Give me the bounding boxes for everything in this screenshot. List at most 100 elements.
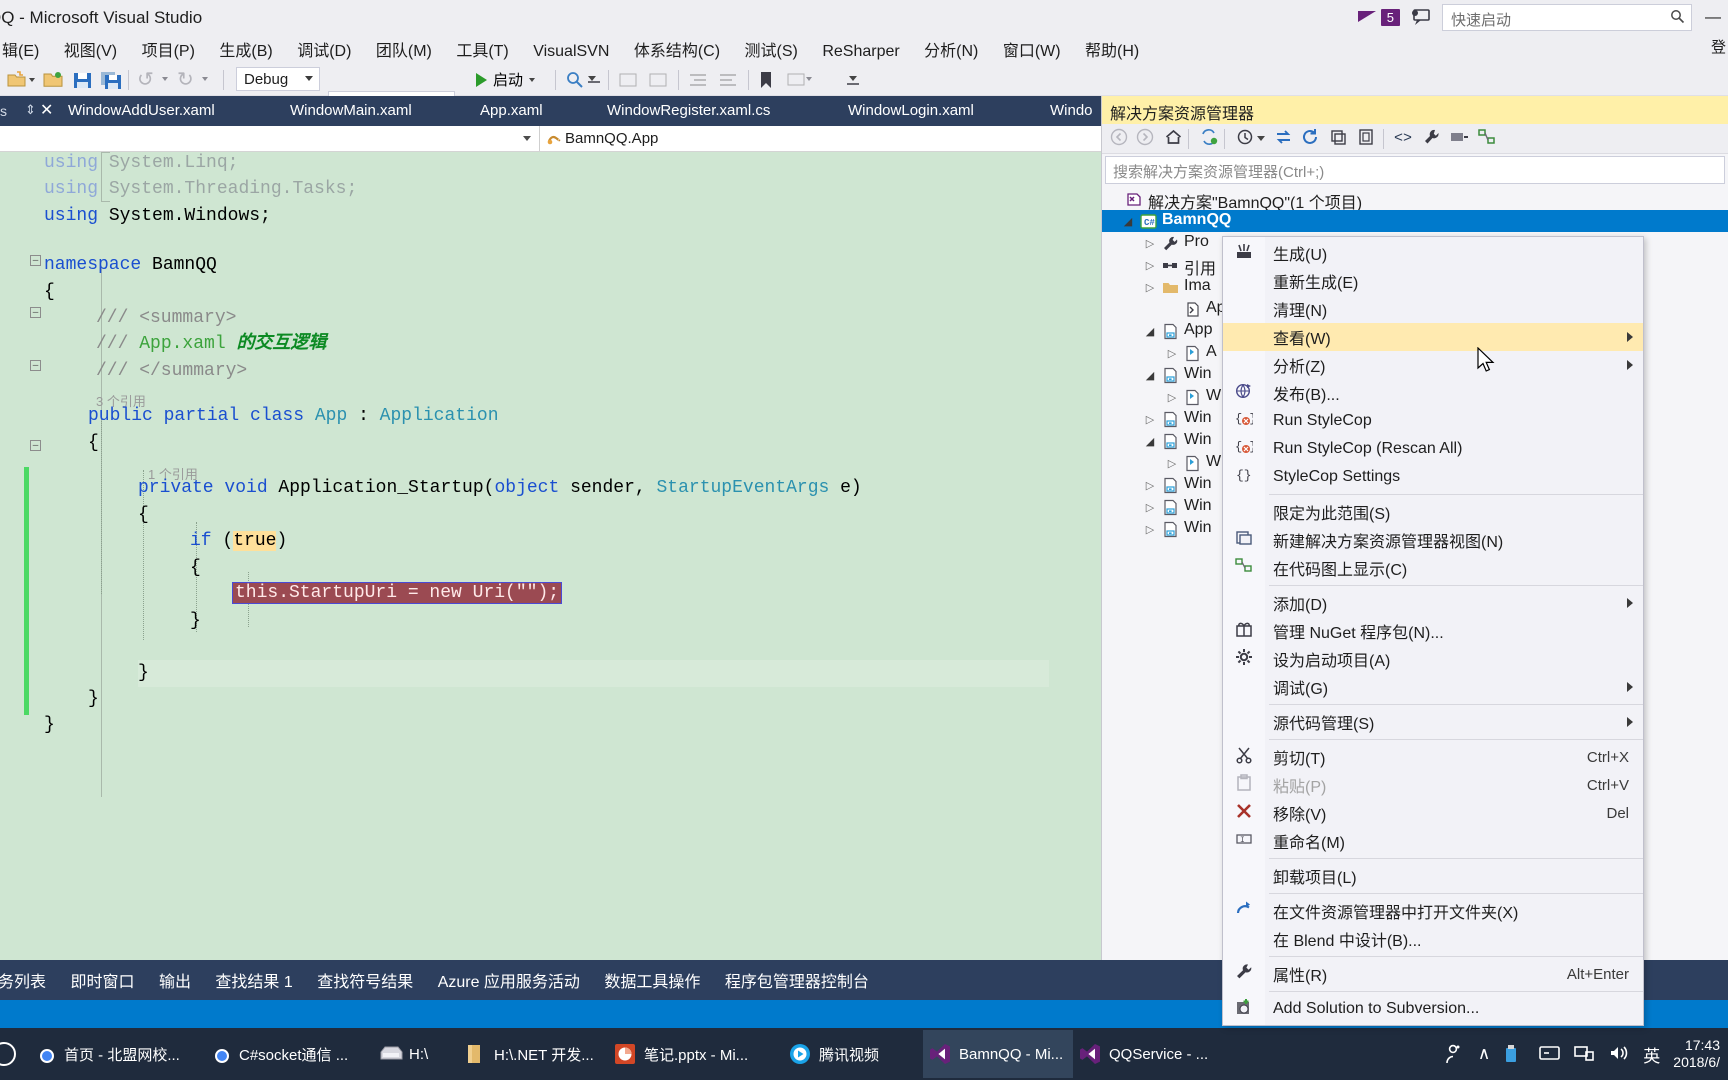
taskbar-button[interactable]: 首页 - 北盟网校... bbox=[28, 1030, 203, 1078]
collapse-all-icon[interactable] bbox=[1272, 128, 1294, 150]
editor-tab[interactable]: WindowRegister.xaml.cs bbox=[597, 96, 780, 126]
editor-tab[interactable]: Windo bbox=[1040, 96, 1103, 126]
project-context-menu[interactable]: 生成(U) 重新生成(E) 清理(N) 查看(W) 分析(Z) 发布(B)... { } Ru… bbox=[1222, 236, 1644, 1026]
menu-item[interactable]: 视图(V) bbox=[54, 34, 127, 64]
send-feedback-icon[interactable] bbox=[1410, 8, 1432, 28]
preview-selected-items-icon[interactable] bbox=[1448, 128, 1470, 150]
solution-root-row[interactable]: 解决方案"BamnQQ"(1 个项目) bbox=[1102, 188, 1728, 212]
chevron-right-icon[interactable]: ▷ bbox=[1144, 281, 1156, 294]
ime-indicator[interactable]: 英 bbox=[1643, 1042, 1660, 1067]
context-menu-item[interactable]: 新建解决方案资源管理器视图(N) bbox=[1223, 526, 1643, 554]
close-tab-icon[interactable]: ✕ bbox=[40, 100, 53, 120]
editor-tab[interactable]: App.xaml bbox=[470, 96, 553, 126]
context-menu-item[interactable]: 属性(R) Alt+Enter bbox=[1223, 960, 1643, 988]
network-icon[interactable] bbox=[1573, 1043, 1595, 1065]
taskbar-button[interactable]: 笔记.pptx - Mi... bbox=[608, 1030, 763, 1078]
menu-item[interactable]: 体系结构(C) bbox=[624, 34, 730, 64]
context-menu-item[interactable]: 清理(N) bbox=[1223, 295, 1643, 323]
comment-icon[interactable] bbox=[786, 67, 806, 92]
context-menu-item[interactable]: 在 Blend 中设计(B)... bbox=[1223, 925, 1643, 953]
properties-window-icon[interactable] bbox=[1355, 128, 1377, 150]
chevron-down-icon[interactable]: ◢ bbox=[1122, 215, 1134, 228]
solution-explorer-header[interactable]: 解决方案资源管理器 bbox=[1102, 96, 1728, 124]
step-icon-1[interactable] bbox=[618, 67, 638, 92]
type-select[interactable] bbox=[0, 126, 540, 151]
new-project-button[interactable] bbox=[6, 67, 35, 92]
solution-explorer-search-input[interactable]: 搜索解决方案资源管理器(Ctrl+;) bbox=[1105, 156, 1725, 184]
menu-item[interactable]: 帮助(H) bbox=[1075, 34, 1149, 64]
bottom-tab[interactable]: Azure 应用服务活动 bbox=[428, 960, 590, 1000]
taskbar-clock[interactable]: 17:43 2018/6/ bbox=[1673, 1037, 1720, 1071]
context-menu-item[interactable]: 限定为此范围(S) bbox=[1223, 498, 1643, 526]
context-menu-item[interactable]: 剪切(T) Ctrl+X bbox=[1223, 743, 1643, 771]
menu-item[interactable]: 项目(P) bbox=[132, 34, 205, 64]
menu-item[interactable]: ReSharper bbox=[812, 40, 909, 64]
undo-button[interactable]: ↺ bbox=[137, 67, 154, 92]
outdent-icon[interactable] bbox=[718, 67, 738, 92]
volume-icon[interactable] bbox=[1608, 1043, 1630, 1065]
chevron-right-icon[interactable]: ▷ bbox=[1144, 259, 1156, 272]
bookmark-icon[interactable] bbox=[757, 67, 775, 92]
menu-item[interactable]: 测试(S) bbox=[735, 34, 808, 64]
context-menu-item[interactable]: 分析(Z) bbox=[1223, 351, 1643, 379]
solution-configuration-select[interactable]: Debug bbox=[236, 67, 320, 91]
chevron-right-icon[interactable]: ▷ bbox=[1144, 523, 1156, 536]
code-map-icon[interactable] bbox=[1476, 128, 1498, 150]
show-hidden-icons-chevron-icon[interactable]: ∧ bbox=[1478, 1044, 1490, 1064]
context-menu-item[interactable]: 添加(D) bbox=[1223, 589, 1643, 617]
attach-to-process-button[interactable] bbox=[565, 67, 585, 92]
context-menu-item[interactable]: 卸载项目(L) bbox=[1223, 862, 1643, 890]
chevron-right-icon[interactable]: ▷ bbox=[1144, 479, 1156, 492]
chevron-down-icon[interactable]: ◢ bbox=[1144, 369, 1156, 382]
context-menu-item[interactable]: 重新生成(E) bbox=[1223, 267, 1643, 295]
context-menu-item[interactable]: I 重命名(M) bbox=[1223, 827, 1643, 855]
menu-item[interactable]: 辑(E) bbox=[0, 34, 49, 64]
context-menu-item[interactable]: 发布(B)... bbox=[1223, 379, 1643, 407]
chevron-right-icon[interactable]: ▷ bbox=[1144, 501, 1156, 514]
context-menu-item[interactable]: 在文件资源管理器中打开文件夹(X) bbox=[1223, 897, 1643, 925]
editor-tab[interactable]: WindowMain.xaml bbox=[280, 96, 422, 126]
chevron-right-icon[interactable]: ▷ bbox=[1166, 347, 1178, 360]
outline-toggle[interactable]: – bbox=[30, 440, 41, 451]
taskbar-button[interactable]: BamnQQ - Mi... bbox=[923, 1030, 1073, 1078]
taskbar-button[interactable]: 腾讯视频 bbox=[783, 1030, 923, 1078]
code-editor[interactable]: – – – – using System.Linq; using System.… bbox=[0, 152, 1101, 960]
solution-tree-item[interactable]: ◢ C# BamnQQ bbox=[1102, 210, 1728, 232]
outline-toggle[interactable]: – bbox=[30, 255, 41, 266]
outline-toggle[interactable]: – bbox=[30, 307, 41, 318]
minimize-button[interactable]: — bbox=[1702, 9, 1724, 27]
chevron-right-icon[interactable]: ▷ bbox=[1144, 413, 1156, 426]
bottom-tab[interactable]: 输出 bbox=[149, 960, 201, 1000]
quick-launch-input[interactable]: 快速启动 bbox=[1442, 4, 1692, 31]
context-menu-item[interactable]: 调试(G) bbox=[1223, 673, 1643, 701]
taskbar-button[interactable]: QQService - ... bbox=[1073, 1030, 1218, 1078]
menu-item[interactable]: 分析(N) bbox=[914, 34, 988, 64]
notification-count-badge[interactable]: 5 bbox=[1380, 9, 1400, 26]
step-icon-2[interactable] bbox=[648, 67, 668, 92]
context-menu-item[interactable]: { } Run StyleCop bbox=[1223, 407, 1643, 435]
menu-item[interactable]: 团队(M) bbox=[366, 34, 442, 64]
redo-button[interactable]: ↻ bbox=[177, 67, 194, 92]
people-icon[interactable] bbox=[1443, 1043, 1465, 1065]
context-menu-item[interactable]: { } Run StyleCop (Rescan All) bbox=[1223, 435, 1643, 463]
context-menu-item[interactable]: 源代码管理(S) bbox=[1223, 708, 1643, 736]
start-orb-icon[interactable] bbox=[0, 1042, 16, 1066]
context-menu-item[interactable]: 设为启动项目(A) bbox=[1223, 645, 1643, 673]
indent-icon[interactable] bbox=[688, 67, 708, 92]
menu-item[interactable]: VisualSVN bbox=[523, 40, 619, 64]
context-menu-item[interactable]: 生成(U) bbox=[1223, 239, 1643, 267]
back-icon[interactable] bbox=[1108, 128, 1130, 150]
save-all-button[interactable] bbox=[100, 67, 122, 92]
save-button[interactable] bbox=[72, 67, 93, 92]
menu-item[interactable]: 调试(D) bbox=[287, 34, 361, 64]
taskbar-button[interactable]: H:\.NET 开发... bbox=[458, 1030, 608, 1078]
bottom-tab[interactable]: 数据工具操作 bbox=[594, 960, 710, 1000]
bottom-tab[interactable]: 务列表 bbox=[0, 960, 56, 1000]
context-menu-item[interactable]: 在代码图上显示(C) bbox=[1223, 554, 1643, 582]
chevron-right-icon[interactable]: ▷ bbox=[1166, 391, 1178, 404]
tab-overflow-label[interactable]: s bbox=[0, 103, 7, 119]
member-select[interactable]: BamnQQ.App bbox=[540, 126, 1101, 151]
refresh-icon[interactable] bbox=[1299, 128, 1321, 150]
usb-icon[interactable] bbox=[1503, 1043, 1525, 1065]
bottom-tab[interactable]: 即时窗口 bbox=[60, 960, 144, 1000]
